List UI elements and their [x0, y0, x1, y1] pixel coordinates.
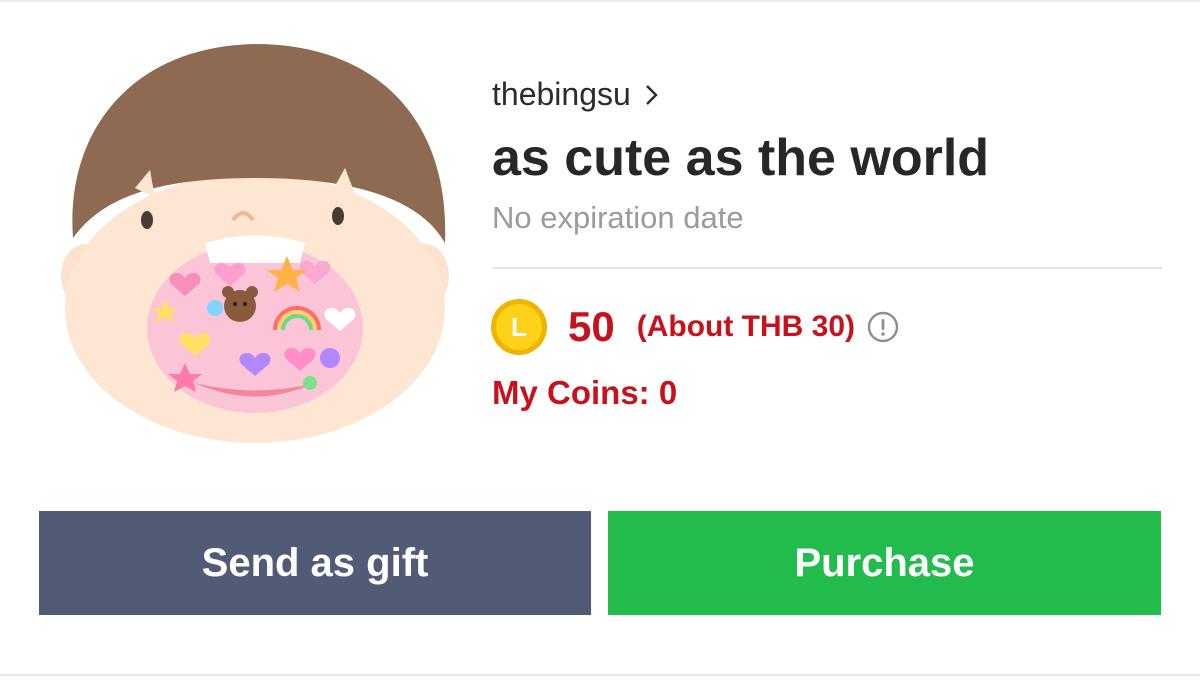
purchase-button[interactable]: Purchase: [608, 511, 1161, 615]
info-circle-icon[interactable]: [867, 311, 899, 343]
coin-symbol: L: [511, 312, 527, 342]
bottom-divider: [0, 674, 1200, 676]
top-divider: [0, 0, 1200, 2]
sticker-thumbnail[interactable]: [55, 38, 455, 448]
creator-link[interactable]: thebingsu: [492, 76, 659, 113]
chevron-right-icon: [645, 84, 658, 105]
creator-name: thebingsu: [492, 76, 631, 112]
sticker-illustration: [61, 44, 449, 443]
price-approx: (About THB 30): [636, 310, 856, 343]
send-as-gift-button[interactable]: Send as gift: [39, 511, 591, 615]
sticker-title: as cute as the world: [492, 129, 990, 187]
my-coins-balance: My Coins: 0: [492, 374, 678, 411]
price-row: L 50 (About THB 30): [490, 298, 899, 356]
expiration-text: No expiration date: [492, 200, 744, 235]
line-coin-icon: L: [491, 299, 547, 355]
price-amount: 50: [568, 303, 615, 350]
section-divider: [492, 267, 1162, 269]
